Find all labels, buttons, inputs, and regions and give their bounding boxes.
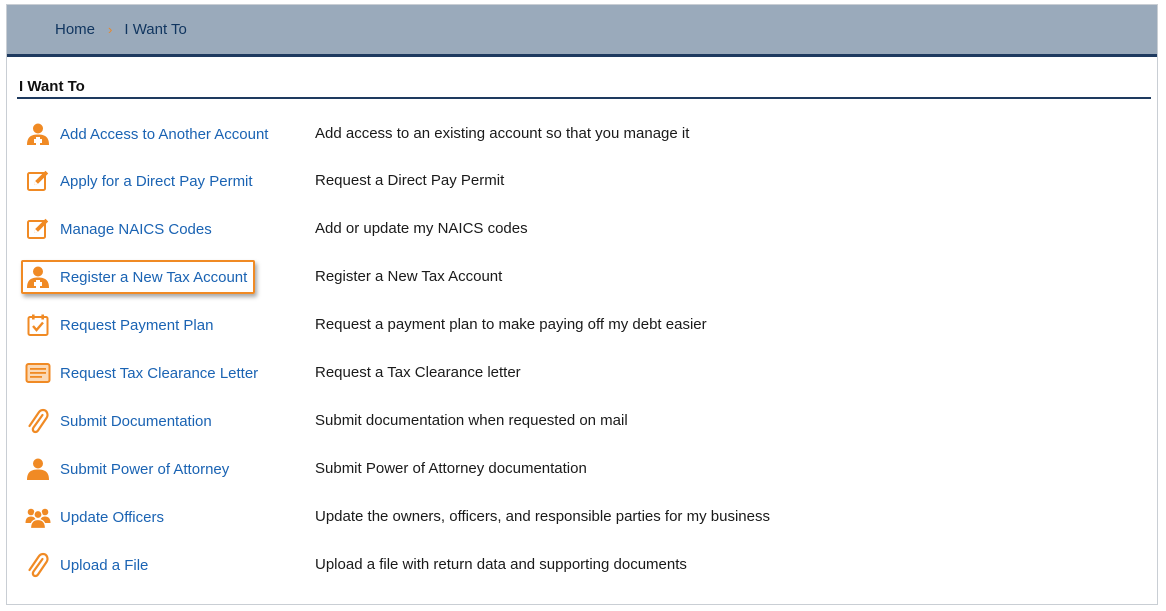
action-link[interactable]: Register a New Tax Account bbox=[21, 260, 256, 294]
action-row: Apply for a Direct Pay Permit Request a D… bbox=[7, 166, 1157, 196]
action-link[interactable]: Apply for a Direct Pay Permit bbox=[21, 166, 257, 196]
action-link-label: Update Officers bbox=[60, 508, 164, 526]
action-description: Submit Power of Attorney documentation bbox=[315, 460, 587, 477]
action-description: Register a New Tax Account bbox=[315, 268, 503, 285]
edit-form-icon bbox=[25, 168, 51, 194]
action-row: Update Officers Update the owners, office… bbox=[7, 502, 1157, 532]
action-description: Update the owners, officers, and respons… bbox=[315, 508, 770, 525]
action-description: Request a payment plan to make paying of… bbox=[315, 316, 707, 333]
group-icon bbox=[25, 504, 51, 530]
action-row: Add Access to Another Account Add access … bbox=[7, 119, 1157, 149]
action-row: Submit Power of Attorney Submit Power of … bbox=[7, 454, 1157, 484]
action-link[interactable]: Upload a File bbox=[21, 550, 152, 580]
paperclip-icon bbox=[25, 408, 51, 434]
action-row: Register a New Tax Account Register a New… bbox=[7, 260, 1157, 294]
action-link-label: Manage NAICS Codes bbox=[60, 220, 212, 238]
action-link-label: Submit Documentation bbox=[60, 412, 212, 430]
action-row: Upload a File Upload a file with return d… bbox=[7, 550, 1157, 580]
action-link[interactable]: Add Access to Another Account bbox=[21, 119, 272, 149]
action-link-label: Request Tax Clearance Letter bbox=[60, 364, 259, 382]
action-row: Submit Documentation Submit documentation… bbox=[7, 406, 1157, 436]
action-link[interactable]: Submit Power of Attorney bbox=[21, 454, 233, 484]
action-link-label: Submit Power of Attorney bbox=[60, 460, 230, 478]
action-link[interactable]: Submit Documentation bbox=[21, 406, 216, 436]
action-description: Add access to an existing account so tha… bbox=[315, 125, 690, 142]
calendar-check-icon bbox=[25, 312, 51, 338]
main-panel: Home › I Want To I Want To Add Access to… bbox=[6, 4, 1158, 605]
action-link[interactable]: Request Tax Clearance Letter bbox=[21, 358, 262, 388]
action-row: Manage NAICS Codes Add or update my NAICS… bbox=[7, 214, 1157, 244]
action-link[interactable]: Manage NAICS Codes bbox=[21, 214, 216, 244]
action-description: Upload a file with return data and suppo… bbox=[315, 556, 687, 573]
action-row: Request Tax Clearance Letter Request a Ta… bbox=[7, 358, 1157, 388]
person-icon bbox=[25, 456, 51, 482]
action-description: Submit documentation when requested on m… bbox=[315, 412, 628, 429]
edit-form-icon bbox=[25, 216, 51, 242]
action-list: Add Access to Another Account Add access … bbox=[7, 5, 1157, 604]
action-description: Add or update my NAICS codes bbox=[315, 220, 528, 237]
action-row: Request Payment Plan Request a payment pl… bbox=[7, 310, 1157, 340]
action-link-label: Register a New Tax Account bbox=[60, 268, 248, 286]
paperclip-icon bbox=[25, 552, 51, 578]
action-link-label: Apply for a Direct Pay Permit bbox=[60, 172, 253, 190]
letter-icon bbox=[25, 360, 51, 386]
add-user-icon bbox=[25, 121, 51, 147]
action-link[interactable]: Request Payment Plan bbox=[21, 310, 217, 340]
action-link-label: Upload a File bbox=[60, 556, 149, 574]
action-description: Request a Direct Pay Permit bbox=[315, 172, 505, 189]
add-user-icon bbox=[25, 264, 51, 290]
action-link-label: Request Payment Plan bbox=[60, 316, 214, 334]
action-link-label: Add Access to Another Account bbox=[60, 125, 269, 143]
action-description: Request a Tax Clearance letter bbox=[315, 364, 521, 381]
action-link[interactable]: Update Officers bbox=[21, 502, 168, 532]
